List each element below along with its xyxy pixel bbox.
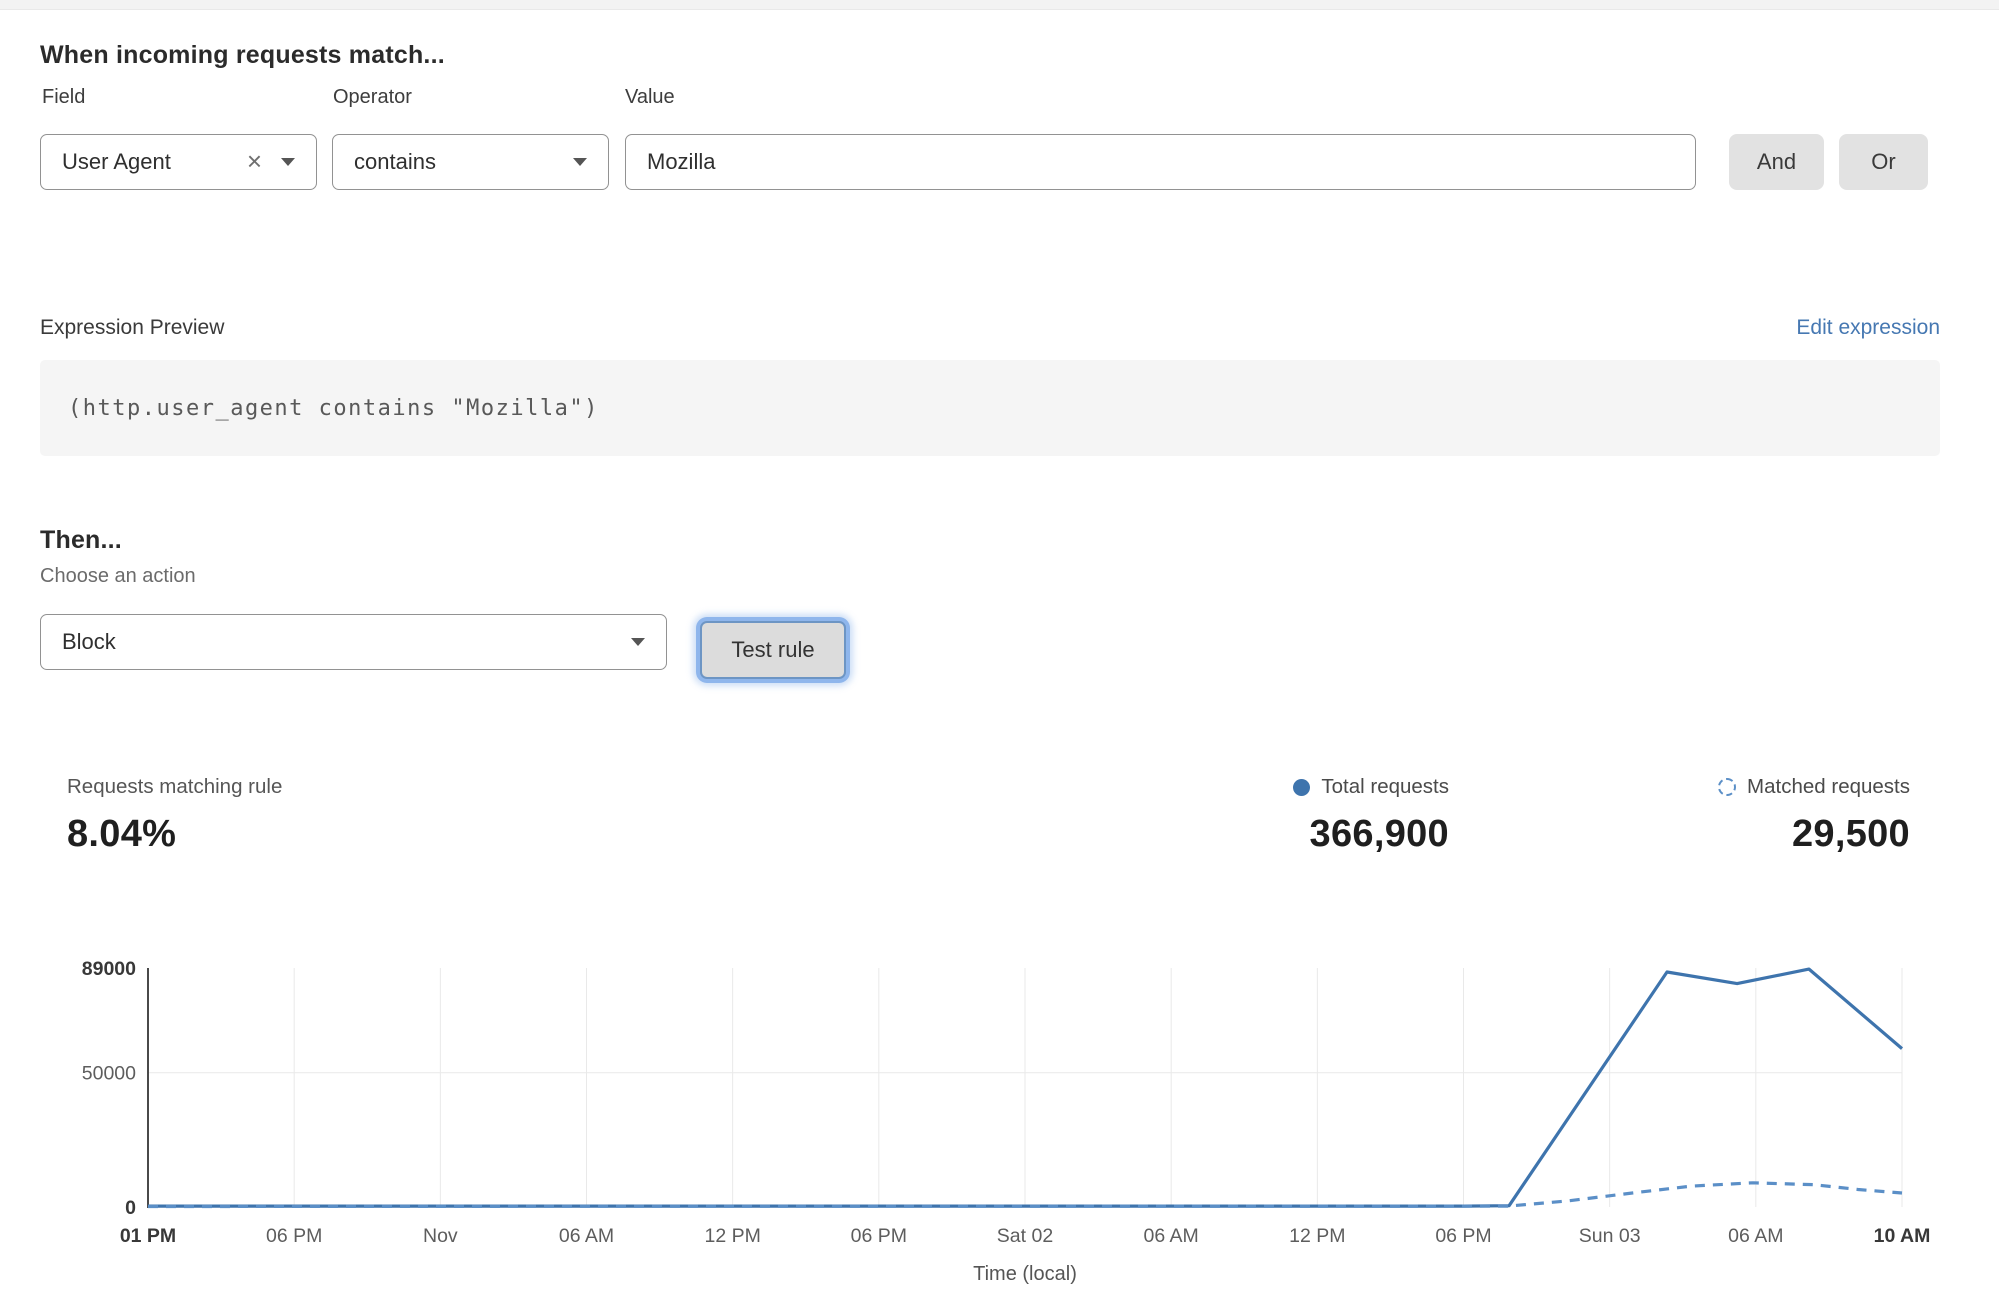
svg-text:06 PM: 06 PM — [851, 1225, 907, 1247]
requests-matching-value: 8.04% — [67, 813, 282, 856]
matched-requests-legend[interactable]: Matched requests — [1718, 775, 1910, 799]
total-requests-label: Total requests — [1321, 775, 1449, 799]
operator-select[interactable]: contains — [332, 134, 609, 190]
total-requests-stat: Total requests 366,900 — [1293, 775, 1449, 856]
svg-text:06 PM: 06 PM — [1435, 1225, 1491, 1247]
value-input[interactable] — [625, 134, 1696, 190]
field-label: Field — [42, 86, 85, 109]
svg-text:0: 0 — [125, 1197, 136, 1219]
action-select[interactable]: Block — [40, 614, 667, 670]
value-label: Value — [625, 86, 675, 109]
requests-chart: 01 PM 06 PM Nov 06 AM 12 PM 06 PM Sat 02 06 AM 1… — [40, 946, 1959, 1295]
expression-code-block: (http.user_agent contains "Mozilla") — [40, 360, 1940, 456]
svg-text:12 PM: 12 PM — [704, 1225, 760, 1247]
svg-text:10 AM: 10 AM — [1874, 1225, 1931, 1247]
field-select-value: User Agent — [41, 149, 247, 175]
test-rule-button[interactable]: Test rule — [700, 621, 846, 679]
chevron-down-icon — [280, 157, 316, 167]
then-section-title: Then... — [40, 526, 122, 555]
requests-matching-stat: Requests matching rule 8.04% — [67, 775, 282, 856]
chevron-down-icon — [630, 637, 666, 647]
rule-builder-panel: When incoming requests match... Field Op… — [0, 0, 1999, 1295]
total-requests-dot-icon — [1293, 779, 1310, 796]
total-requests-legend[interactable]: Total requests — [1293, 775, 1449, 799]
field-select[interactable]: User Agent × — [40, 134, 317, 190]
requests-matching-label: Requests matching rule — [67, 775, 282, 799]
match-section-title: When incoming requests match... — [40, 41, 445, 70]
matched-requests-dashed-circle-icon — [1718, 778, 1736, 796]
svg-text:06 AM: 06 AM — [1728, 1225, 1783, 1247]
svg-text:Sat 02: Sat 02 — [997, 1225, 1053, 1247]
and-button[interactable]: And — [1729, 134, 1824, 190]
svg-text:Nov: Nov — [423, 1225, 458, 1247]
matched-requests-stat: Matched requests 29,500 — [1718, 775, 1910, 856]
chevron-down-icon — [572, 157, 608, 167]
svg-text:89000: 89000 — [82, 958, 136, 980]
total-requests-value: 366,900 — [1293, 813, 1449, 856]
svg-text:50000: 50000 — [82, 1063, 136, 1085]
or-button[interactable]: Or — [1839, 134, 1928, 190]
choose-action-label: Choose an action — [40, 565, 196, 588]
edit-expression-link[interactable]: Edit expression — [1796, 316, 1940, 340]
expression-code: (http.user_agent contains "Mozilla") — [40, 396, 599, 421]
svg-text:Time (local): Time (local) — [973, 1263, 1077, 1285]
operator-label: Operator — [333, 86, 412, 109]
expression-preview-label: Expression Preview — [40, 316, 224, 340]
matched-requests-label: Matched requests — [1747, 775, 1910, 799]
svg-text:06 PM: 06 PM — [266, 1225, 322, 1247]
operator-select-value: contains — [333, 149, 572, 175]
svg-text:06 AM: 06 AM — [1144, 1225, 1199, 1247]
matched-requests-value: 29,500 — [1718, 813, 1910, 856]
action-select-value: Block — [41, 629, 630, 655]
clear-field-icon[interactable]: × — [247, 148, 280, 176]
svg-text:06 AM: 06 AM — [559, 1225, 614, 1247]
svg-text:01 PM: 01 PM — [120, 1225, 176, 1247]
svg-text:Sun 03: Sun 03 — [1579, 1225, 1641, 1247]
svg-text:12 PM: 12 PM — [1289, 1225, 1345, 1247]
top-divider — [0, 0, 1999, 10]
